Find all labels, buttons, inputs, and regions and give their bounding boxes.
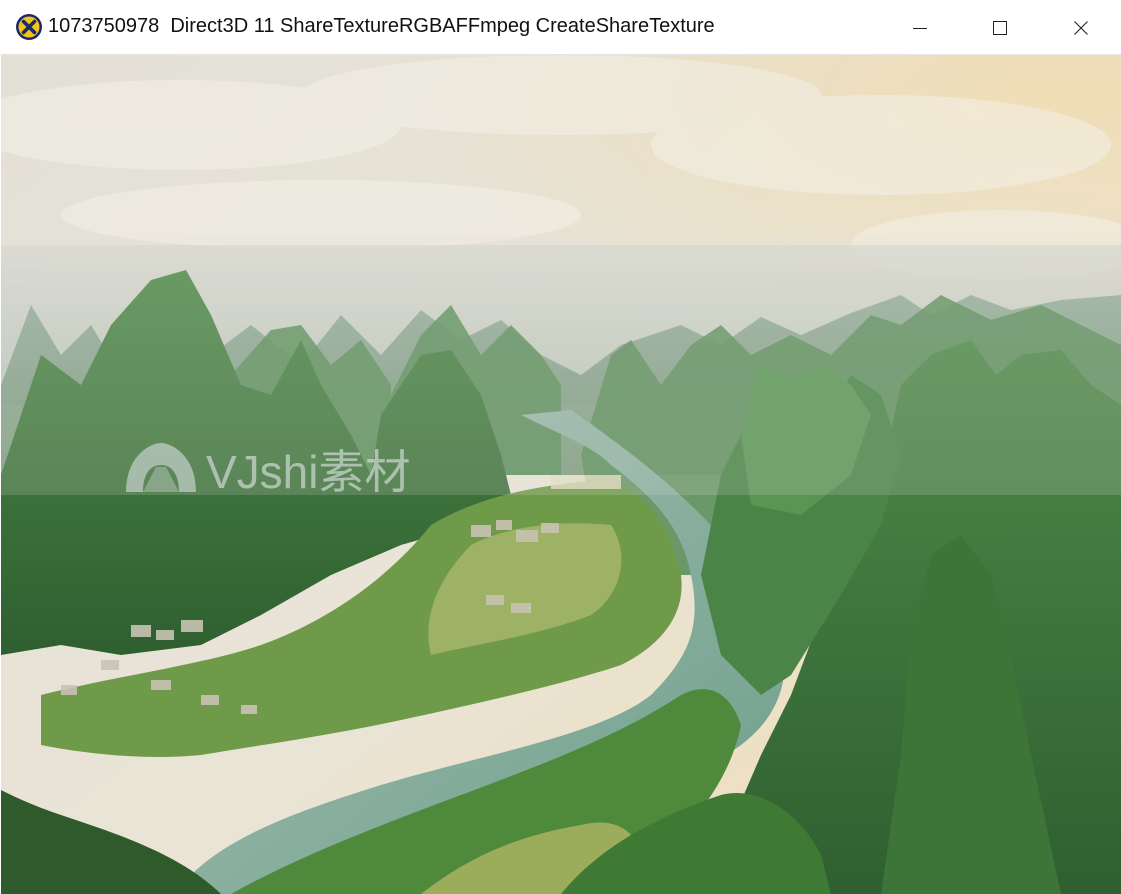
close-icon	[1074, 20, 1088, 35]
minimize-icon	[913, 27, 927, 29]
watermark-text: VJshi素材	[206, 446, 410, 498]
window-title: 1073750978 Direct3D 11 ShareTextureRGBAF…	[48, 15, 715, 37]
maximize-icon	[993, 20, 1007, 35]
video-frame: VJshi素材	[1, 55, 1121, 894]
close-button[interactable]	[1041, 0, 1121, 55]
app-icon	[16, 14, 42, 40]
maximize-button[interactable]	[960, 0, 1040, 55]
title-bar[interactable]: 1073750978 Direct3D 11 ShareTextureRGBAF…	[0, 0, 1121, 55]
app-window: 1073750978 Direct3D 11 ShareTextureRGBAF…	[0, 0, 1121, 894]
video-viewport: VJshi素材	[1, 55, 1121, 894]
minimize-button[interactable]	[880, 0, 960, 55]
